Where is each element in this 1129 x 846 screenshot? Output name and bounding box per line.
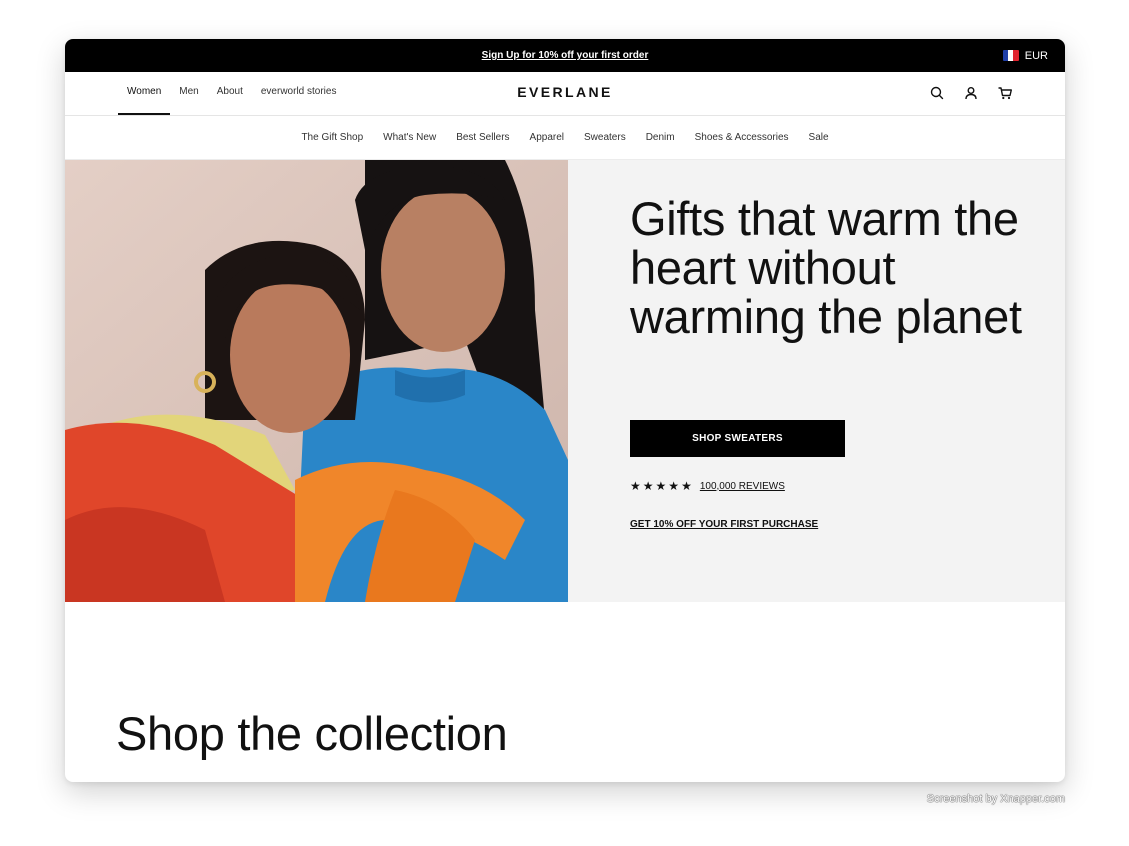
nav-gift-shop[interactable]: The Gift Shop	[301, 132, 363, 143]
header-icons	[929, 85, 1013, 101]
star-icon: ★	[642, 479, 654, 493]
star-icon: ★	[681, 479, 692, 493]
france-flag-icon	[1002, 50, 1019, 61]
first-purchase-promo-link[interactable]: GET 10% OFF YOUR FIRST PURCHASE	[630, 519, 818, 530]
star-icon: ★	[630, 479, 641, 493]
hero-title: Gifts that warm the heart without warmin…	[630, 192, 1022, 343]
star-icon: ★	[668, 479, 680, 493]
cart-icon[interactable]	[997, 85, 1013, 101]
nav-shoes-accessories[interactable]: Shoes & Accessories	[695, 132, 789, 143]
nav-apparel[interactable]: Apparel	[530, 132, 564, 143]
hero-image[interactable]	[65, 160, 568, 602]
nav-sale[interactable]: Sale	[809, 132, 829, 143]
screenshot-credit: Screenshot by Xnapper.com	[926, 793, 1065, 805]
hero-copy-panel: Gifts that warm the heart without warmin…	[568, 160, 1065, 602]
reviews-link[interactable]: 100,000 REVIEWS	[700, 481, 785, 492]
hero-banner: Gifts that warm the heart without warmin…	[65, 160, 1065, 602]
reviews-summary: ★ ★ ★ ★ ★ 100,000 REVIEWS	[630, 480, 785, 492]
nav-denim[interactable]: Denim	[646, 132, 675, 143]
nav-best-sellers[interactable]: Best Sellers	[456, 132, 509, 143]
main-header: Women Men About everworld stories EVERLA…	[65, 72, 1065, 116]
signup-promo-link[interactable]: Sign Up for 10% off your first order	[482, 50, 649, 61]
nav-sweaters[interactable]: Sweaters	[584, 132, 626, 143]
star-icon: ★	[655, 479, 667, 493]
browser-window: Sign Up for 10% off your first order EUR…	[65, 39, 1065, 782]
currency-selector[interactable]: EUR	[1002, 39, 1048, 72]
account-icon[interactable]	[963, 85, 979, 101]
shop-collection-heading: Shop the collection	[116, 707, 508, 760]
category-nav: The Gift Shop What's New Best Sellers Ap…	[65, 116, 1065, 160]
nav-whats-new[interactable]: What's New	[383, 132, 436, 143]
shop-sweaters-button[interactable]: SHOP SWEATERS	[630, 420, 845, 457]
announcement-bar: Sign Up for 10% off your first order EUR	[65, 39, 1065, 72]
brand-logo[interactable]: EVERLANE	[65, 84, 1065, 100]
currency-label: EUR	[1024, 49, 1048, 62]
search-icon[interactable]	[929, 85, 945, 101]
